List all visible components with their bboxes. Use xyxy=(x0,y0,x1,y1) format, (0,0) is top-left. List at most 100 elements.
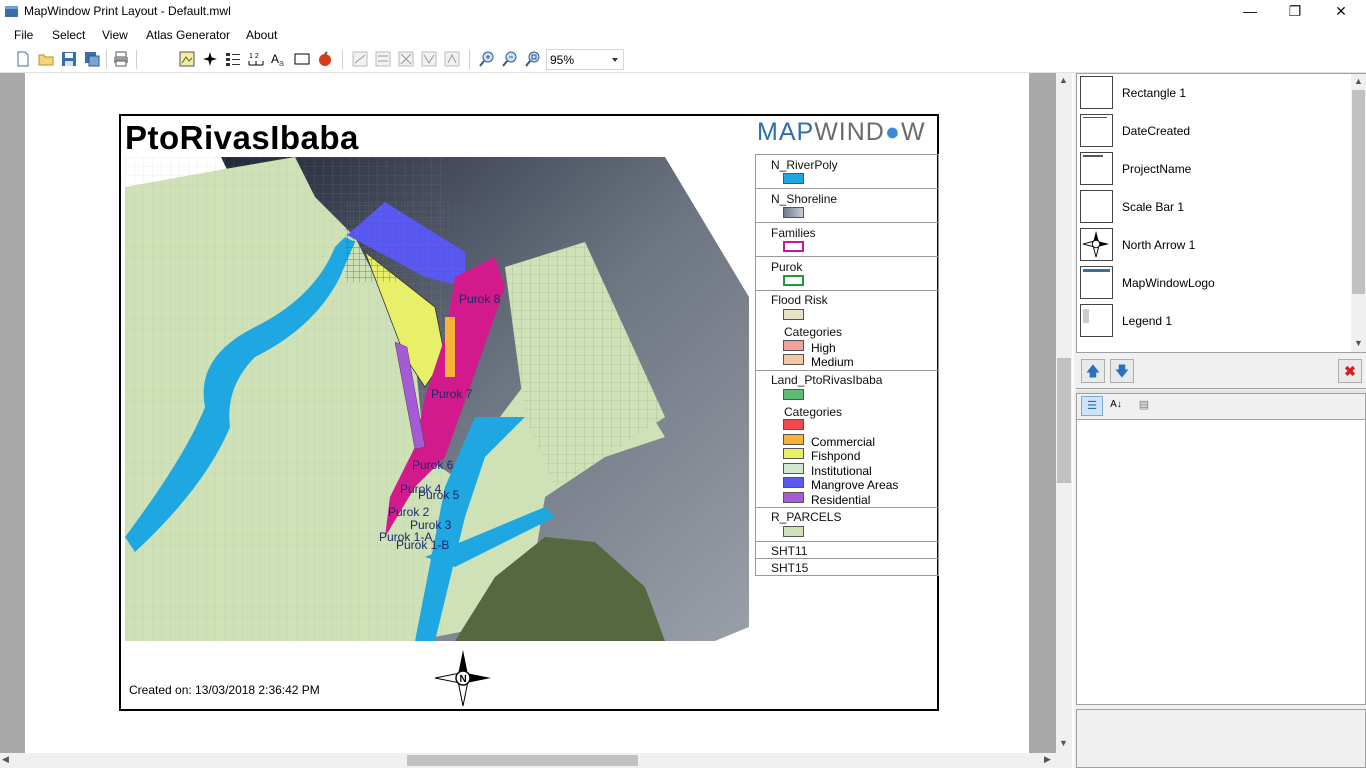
label-icon[interactable]: Aa xyxy=(271,51,287,67)
project-name[interactable]: PtoRivasIbaba xyxy=(125,119,359,157)
menu-bar: File Select View Atlas Generator About xyxy=(0,24,1366,46)
text-thumbnail xyxy=(1080,152,1113,185)
legend-thumbnail xyxy=(1080,304,1113,337)
legend-section: Families xyxy=(756,223,938,257)
map-frame[interactable]: Purok 8 Purok 7 Purok 6 Purok 4 Purok 5 … xyxy=(125,157,749,641)
svg-text:A: A xyxy=(271,52,279,66)
legend-swatch xyxy=(783,448,804,459)
legend[interactable]: N_RiverPoly N_Shoreline Families Purok F… xyxy=(755,154,939,576)
fit-icon[interactable] xyxy=(444,51,460,67)
north-arrow-icon xyxy=(1080,228,1113,261)
legend-swatch xyxy=(783,434,804,445)
legend-section: R_PARCELS xyxy=(756,508,938,542)
save-as-icon[interactable] xyxy=(84,51,100,67)
map-label-purok-5: Purok 5 xyxy=(418,488,460,502)
zoom-extent-icon[interactable] xyxy=(525,51,541,67)
legend-swatch xyxy=(783,477,804,488)
list-item[interactable]: ProjectName xyxy=(1080,150,1350,186)
toolbar: 1 2 Aa 95% xyxy=(0,46,1366,73)
legend-swatch xyxy=(783,526,804,537)
map-label-purok-2: Purok 2 xyxy=(388,505,430,519)
map-icon[interactable] xyxy=(179,51,195,67)
property-toolbar: ☰ A↓ ▤ xyxy=(1076,393,1366,419)
mapwindow-logo[interactable]: MAPWIND●W xyxy=(757,118,926,147)
layout-elements-list: Rectangle 1 DateCreated ProjectName Scal… xyxy=(1076,73,1366,353)
menu-atlas-generator[interactable]: Atlas Generator xyxy=(146,28,230,42)
list-item[interactable]: DateCreated xyxy=(1080,112,1350,148)
menu-file[interactable]: File xyxy=(14,28,33,42)
save-icon[interactable] xyxy=(61,51,77,67)
map-label-purok-7: Purok 7 xyxy=(431,387,473,401)
property-grid[interactable] xyxy=(1076,419,1366,705)
zoom-select[interactable]: 95% xyxy=(546,49,624,70)
legend-section: N_Shoreline xyxy=(756,189,938,223)
alphabetical-icon[interactable]: A↓ xyxy=(1105,396,1127,416)
legend-section: Land_PtoRivasIbaba Categories Commercial… xyxy=(756,371,938,508)
property-pages-icon[interactable]: ▤ xyxy=(1133,396,1155,416)
print-icon[interactable] xyxy=(113,51,129,67)
new-icon[interactable] xyxy=(15,51,31,67)
zoom-value: 95% xyxy=(550,53,575,67)
align-bottom-icon[interactable] xyxy=(421,51,437,67)
layout-page[interactable]: PtoRivasIbaba MAPWIND●W Purok 8 Purok 7 … xyxy=(119,114,939,711)
legend-swatch xyxy=(783,241,804,252)
legend-section: N_RiverPoly xyxy=(756,155,938,189)
list-button-row: 🡅 🡇 ✖ xyxy=(1076,354,1366,389)
legend-section: SHT11 xyxy=(756,542,938,559)
rectangle-thumbnail xyxy=(1080,76,1113,109)
legend-swatch xyxy=(783,419,804,430)
map-label-purok-1b: Purok 1-B xyxy=(396,538,449,552)
legend-section: Purok xyxy=(756,257,938,291)
svg-text:1 2: 1 2 xyxy=(249,53,259,60)
svg-text:N: N xyxy=(460,674,467,685)
legend-swatch xyxy=(783,354,804,365)
image-icon[interactable] xyxy=(317,51,333,67)
menu-select[interactable]: Select xyxy=(52,28,85,42)
categorized-icon[interactable]: ☰ xyxy=(1081,396,1103,416)
menu-view[interactable]: View xyxy=(102,28,128,42)
align-top-icon[interactable] xyxy=(398,51,414,67)
legend-icon[interactable] xyxy=(225,51,241,67)
legend-swatch xyxy=(783,309,804,320)
align-right-icon[interactable] xyxy=(375,51,391,67)
move-down-button[interactable]: 🡇 xyxy=(1110,359,1134,383)
list-item[interactable]: Rectangle 1 xyxy=(1080,74,1350,110)
app-icon xyxy=(5,6,18,17)
canvas-horizontal-scrollbar[interactable]: ◀ ▶ xyxy=(0,753,1072,768)
open-icon[interactable] xyxy=(38,51,54,67)
legend-swatch xyxy=(783,207,804,218)
menu-about[interactable]: About xyxy=(246,28,277,42)
list-item[interactable]: Scale Bar 1 xyxy=(1080,188,1350,224)
minimize-button[interactable]: — xyxy=(1227,0,1273,24)
legend-section: Flood Risk Categories High Medium xyxy=(756,291,938,371)
list-item[interactable]: North Arrow 1 xyxy=(1080,226,1350,262)
move-up-button[interactable]: 🡅 xyxy=(1081,359,1105,383)
close-button[interactable]: ✕ xyxy=(1318,0,1364,24)
canvas-vertical-scrollbar[interactable]: ▲ ▼ xyxy=(1056,73,1072,753)
map-label-purok-8: Purok 8 xyxy=(459,292,501,306)
delete-button[interactable]: ✖ xyxy=(1338,359,1362,383)
property-description xyxy=(1076,709,1366,768)
list-item[interactable]: Legend 1 xyxy=(1080,302,1350,338)
legend-swatch xyxy=(783,389,804,400)
list-scrollbar[interactable]: ▲ ▼ xyxy=(1351,74,1366,352)
north-arrow-icon[interactable]: N xyxy=(433,648,493,708)
map-label-purok-6: Purok 6 xyxy=(412,458,454,472)
list-item[interactable]: MapWindowLogo xyxy=(1080,264,1350,300)
align-left-icon[interactable] xyxy=(352,51,368,67)
scale-bar-icon[interactable]: 1 2 xyxy=(248,51,264,67)
layout-canvas[interactable]: PtoRivasIbaba MAPWIND●W Purok 8 Purok 7 … xyxy=(0,73,1072,768)
legend-swatch xyxy=(783,340,804,351)
legend-swatch xyxy=(783,492,804,503)
date-created[interactable]: Created on: 13/03/2018 2:36:42 PM xyxy=(129,683,320,697)
north-arrow-icon[interactable] xyxy=(202,51,218,67)
window-title: MapWindow Print Layout - Default.mwl xyxy=(24,4,231,18)
rectangle-icon[interactable] xyxy=(294,51,310,67)
legend-swatch xyxy=(783,463,804,474)
restore-button[interactable]: ❐ xyxy=(1272,0,1318,24)
chevron-down-icon xyxy=(612,58,618,62)
zoom-out-icon[interactable] xyxy=(502,51,518,67)
legend-section: SHT15 xyxy=(756,559,938,576)
zoom-in-icon[interactable] xyxy=(479,51,495,67)
scale-bar-thumbnail xyxy=(1080,190,1113,223)
